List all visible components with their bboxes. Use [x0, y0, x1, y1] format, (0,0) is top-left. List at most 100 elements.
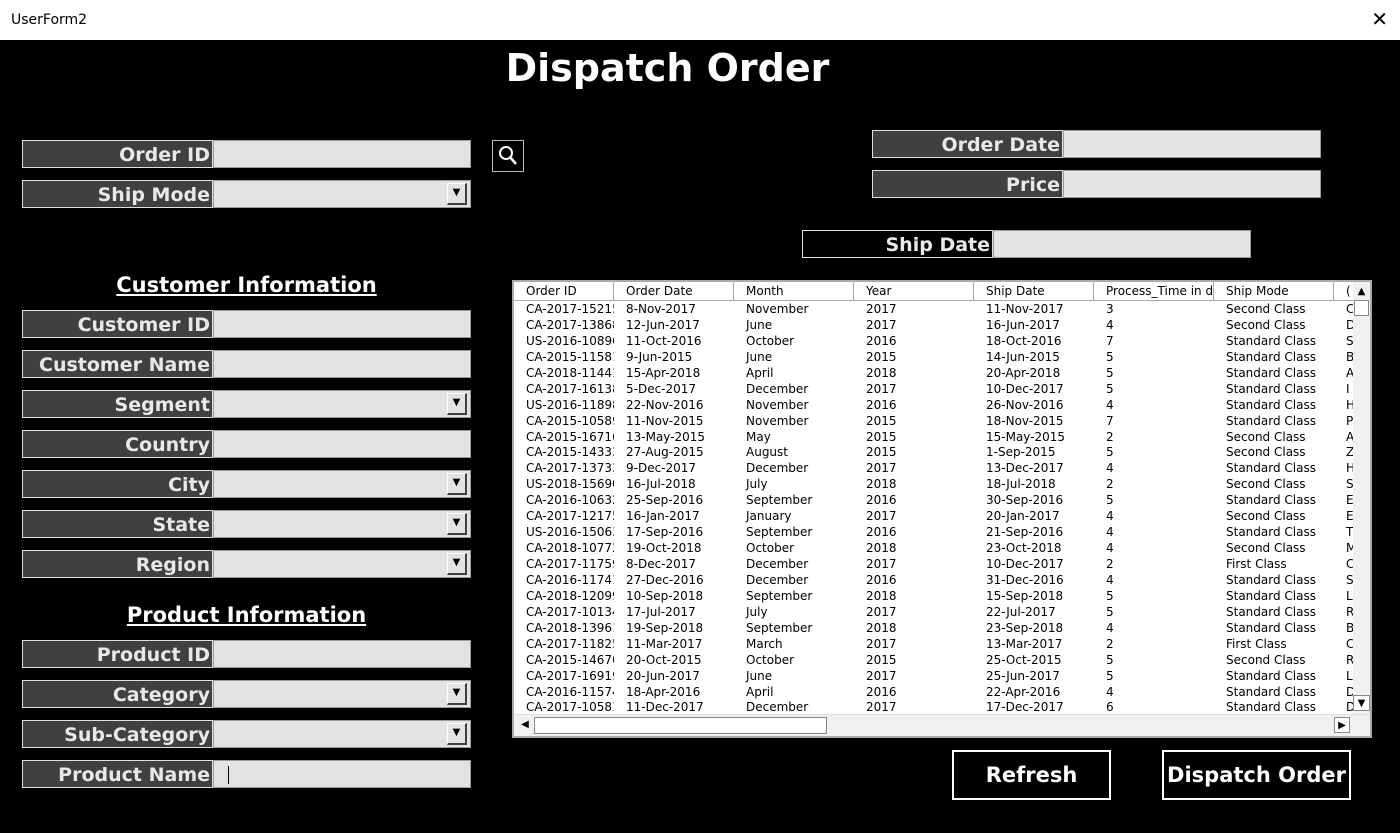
scroll-left-icon[interactable]: ◀ — [518, 717, 532, 733]
category-select[interactable] — [213, 680, 471, 708]
ship-mode-select[interactable] — [213, 180, 471, 208]
table-row[interactable]: CA-2017-15215 8-Nov-2017 November 2017 11-No… — [514, 301, 1354, 317]
table-cell: 7 — [1106, 333, 1114, 348]
table-cell: 6 — [1106, 700, 1114, 715]
table-cell: 2015 — [866, 652, 897, 667]
scroll-up-icon[interactable]: ▲ — [1353, 284, 1370, 300]
table-cell: T — [1346, 525, 1354, 540]
table-row[interactable]: CA-2018-12099 10-Sep-2018 September 2018 15-… — [514, 588, 1354, 604]
table-row[interactable]: US-2016-10896 11-Oct-2016 October 2016 18-Oc… — [514, 333, 1354, 349]
table-cell: 11-Nov-2017 — [986, 302, 1064, 316]
table-row[interactable]: CA-2018-13961 19-Sep-2018 September 2018 23-… — [514, 620, 1354, 636]
orders-listbox[interactable]: Order ID Order Date Month Year Ship Date Proc… — [512, 280, 1372, 738]
table-row[interactable]: CA-2015-14670 20-Oct-2015 October 2015 25-Oc… — [514, 652, 1354, 668]
table-row[interactable]: CA-2016-11574 18-Apr-2016 April 2016 22-Apr-… — [514, 684, 1354, 700]
table-cell: 2017 — [866, 381, 897, 396]
city-select[interactable] — [213, 470, 471, 498]
table-row[interactable]: CA-2017-12175 16-Jan-2017 January 2017 20-Ja… — [514, 508, 1354, 524]
order-id-field[interactable] — [213, 140, 471, 168]
table-cell: CA-2015-16716 — [526, 429, 614, 444]
ship-date-label: Ship Date — [802, 230, 993, 258]
table-cell: 5 — [1106, 604, 1114, 619]
ship-date-field[interactable] — [993, 230, 1251, 258]
table-row[interactable]: CA-2017-10134 17-Jul-2017 July 2017 22-Jul-2… — [514, 604, 1354, 620]
table-cell: Standard Class — [1226, 668, 1316, 683]
table-row[interactable]: CA-2017-13733 9-Dec-2017 December 2017 13-De… — [514, 460, 1354, 476]
table-row[interactable]: CA-2018-11441 15-Apr-2018 April 2018 20-Apr-… — [514, 365, 1354, 381]
sub-category-select[interactable] — [213, 720, 471, 748]
vertical-scroll-thumb[interactable] — [1354, 300, 1369, 316]
chevron-down-icon[interactable]: ▼ — [447, 513, 467, 535]
horizontal-scrollbar[interactable]: ◀ ▶ — [514, 714, 1370, 736]
region-select[interactable] — [213, 550, 471, 578]
table-header: Order ID Order Date Month Year Ship Date Proc… — [514, 282, 1354, 301]
chevron-down-icon[interactable]: ▼ — [447, 393, 467, 415]
table-row[interactable]: CA-2017-11759 8-Dec-2017 December 2017 10-De… — [514, 556, 1354, 572]
close-icon[interactable]: ✕ — [1371, 7, 1388, 31]
table-row[interactable]: US-2016-11898 22-Nov-2016 November 2016 26-N… — [514, 397, 1354, 413]
table-cell: CA-2017-13733 — [526, 461, 614, 476]
table-cell: 2017 — [866, 668, 897, 683]
search-button[interactable] — [492, 140, 524, 172]
table-cell: 4 — [1106, 397, 1114, 412]
table-row[interactable]: CA-2015-16716 13-May-2015 May 2015 15-May-20… — [514, 429, 1354, 445]
product-id-field[interactable] — [213, 640, 471, 668]
dispatch-order-button[interactable]: Dispatch Order — [1162, 750, 1351, 800]
table-cell: Standard Class — [1226, 365, 1316, 380]
column-header: Order Date — [614, 282, 734, 300]
table-row[interactable]: US-2018-15690 16-Jul-2018 July 2018 18-Jul-2… — [514, 476, 1354, 492]
table-cell: 9-Jun-2015 — [626, 349, 693, 364]
table-row[interactable]: CA-2015-11581 9-Jun-2015 June 2015 14-Jun-20… — [514, 349, 1354, 365]
table-row[interactable]: CA-2017-13868 12-Jun-2017 June 2017 16-Jun-2… — [514, 317, 1354, 333]
table-row[interactable]: CA-2016-10632 25-Sep-2016 September 2016 30-… — [514, 492, 1354, 508]
table-cell: CA-2017-10581 — [526, 700, 614, 715]
table-row[interactable]: CA-2015-10589 11-Nov-2015 November 2015 18-N… — [514, 413, 1354, 429]
chevron-down-icon[interactable]: ▼ — [447, 473, 467, 495]
order-date-field[interactable] — [1063, 130, 1321, 158]
table-cell: 2016 — [866, 397, 897, 412]
table-cell: A — [1346, 429, 1354, 444]
table-row[interactable]: CA-2017-16919 20-Jun-2017 June 2017 25-Jun-2… — [514, 668, 1354, 684]
table-cell: 31-Dec-2016 — [986, 572, 1064, 587]
table-cell: 18-Oct-2016 — [986, 333, 1062, 348]
table-cell: 10-Dec-2017 — [986, 381, 1064, 396]
table-row[interactable]: CA-2017-16138 5-Dec-2017 December 2017 10-De… — [514, 381, 1354, 397]
table-cell: 5 — [1106, 493, 1114, 508]
text-caret — [228, 766, 229, 784]
column-header: Order ID — [514, 282, 614, 300]
customer-id-field[interactable] — [213, 310, 471, 338]
chevron-down-icon[interactable]: ▼ — [447, 683, 467, 705]
scroll-right-icon[interactable]: ▶ — [1334, 717, 1350, 733]
table-body: CA-2017-15215 8-Nov-2017 November 2017 11-No… — [514, 301, 1354, 715]
table-cell: CA-2017-11759 — [526, 557, 614, 571]
table-row[interactable]: CA-2016-11741 27-Dec-2016 December 2016 31-D… — [514, 572, 1354, 588]
price-field[interactable] — [1063, 170, 1321, 198]
chevron-down-icon[interactable]: ▼ — [447, 723, 467, 745]
product-info-title: Product Information — [126, 603, 367, 627]
table-row[interactable]: CA-2017-10581 11-Dec-2017 December 2017 17-D… — [514, 699, 1354, 715]
state-select[interactable] — [213, 510, 471, 538]
product-name-field[interactable] — [213, 760, 471, 788]
table-cell: US-2016-15063 — [526, 525, 614, 540]
column-header: Ship Date — [974, 282, 1094, 300]
segment-select[interactable] — [213, 390, 471, 418]
scroll-down-icon[interactable]: ▼ — [1353, 695, 1370, 711]
horizontal-scroll-thumb[interactable] — [534, 717, 827, 734]
table-row[interactable]: US-2016-15063 17-Sep-2016 September 2016 21-… — [514, 524, 1354, 540]
table-cell: 23-Sep-2018 — [986, 620, 1064, 635]
table-cell: 2015 — [866, 445, 897, 460]
table-cell: Standard Class — [1226, 413, 1316, 428]
table-cell: 8-Nov-2017 — [626, 302, 696, 316]
country-field[interactable] — [213, 430, 471, 458]
refresh-button[interactable]: Refresh — [952, 750, 1111, 800]
table-row[interactable]: CA-2018-10772 19-Oct-2018 October 2018 23-Oc… — [514, 540, 1354, 556]
table-row[interactable]: CA-2017-11825 11-Mar-2017 March 2017 13-Mar-… — [514, 636, 1354, 652]
table-cell: 4 — [1106, 541, 1114, 556]
chevron-down-icon[interactable]: ▼ — [447, 553, 467, 575]
chevron-down-icon[interactable]: ▼ — [447, 183, 467, 205]
customer-name-field[interactable] — [213, 350, 471, 378]
table-cell: Standard Class — [1226, 349, 1316, 364]
vertical-scrollbar[interactable]: ▲ ▼ — [1353, 282, 1370, 715]
table-cell: CA-2017-12175 — [526, 509, 614, 524]
table-row[interactable]: CA-2015-14333 27-Aug-2015 August 2015 1-Sep-… — [514, 444, 1354, 460]
